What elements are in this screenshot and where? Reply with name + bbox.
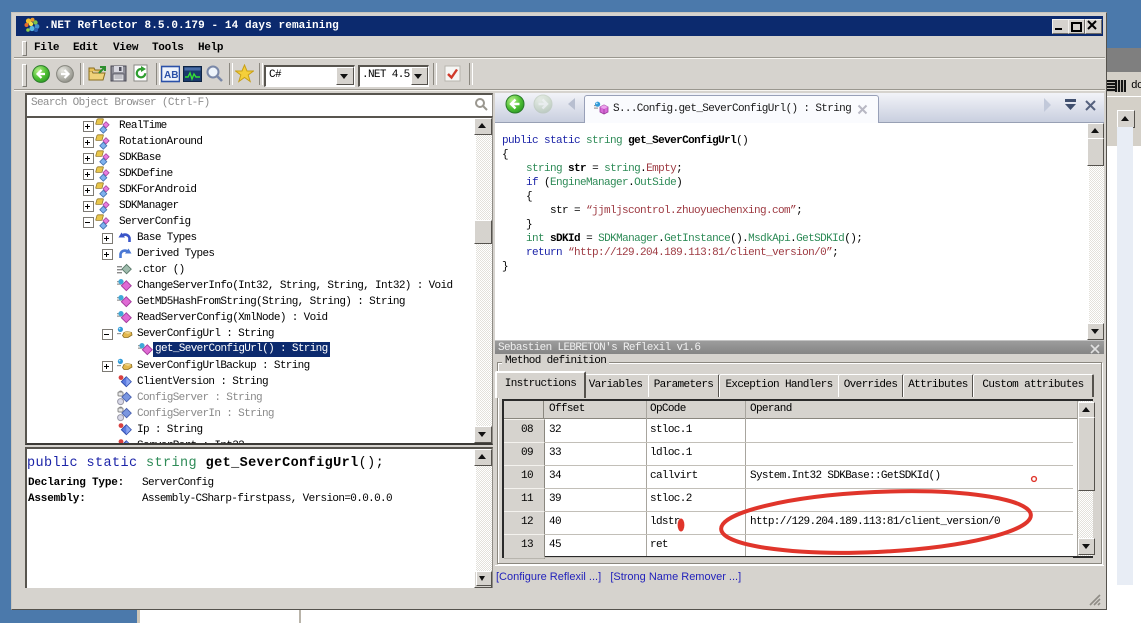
svg-text:AB: AB xyxy=(164,70,178,81)
